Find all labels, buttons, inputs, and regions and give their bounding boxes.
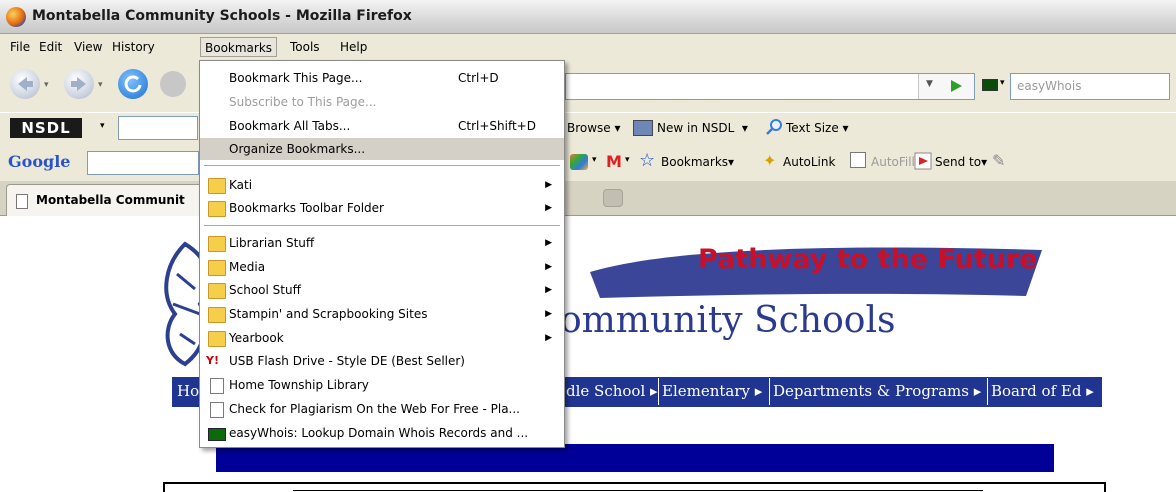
page-icon	[210, 402, 224, 418]
tab-label: Montabella Communit	[36, 193, 185, 207]
folder-icon	[208, 260, 226, 276]
menu-help[interactable]: Help	[336, 37, 371, 57]
banner-school-name: ommunity Schools	[560, 300, 896, 341]
search-engine-selector[interactable]: ▾	[982, 73, 1008, 100]
stop-button[interactable]	[160, 71, 186, 97]
subscribe-item: Subscribe to This Page...	[229, 95, 377, 109]
nsdl-browse-button[interactable]: Browse ▾	[567, 121, 621, 135]
magnifier-icon	[766, 119, 782, 135]
google-services-icon[interactable]	[570, 154, 588, 170]
yahoo-icon: Y!	[206, 354, 219, 367]
submenu-arrow-icon: ▶	[545, 285, 552, 295]
google-search-input[interactable]	[87, 151, 199, 175]
folder-bookmarks-toolbar[interactable]: Bookmarks Toolbar Folder ▶	[200, 197, 564, 219]
page-icon	[16, 194, 28, 209]
bookmarks-menu: Bookmark This Page... Ctrl+D Subscribe t…	[199, 60, 565, 448]
folder-icon	[208, 236, 226, 252]
nav-middle-school[interactable]: dle School ▸	[566, 382, 658, 400]
menu-view[interactable]: View	[70, 37, 106, 57]
nav-home[interactable]: Ho	[177, 382, 199, 400]
folder-stampin-scrapbooking[interactable]: Stampin' and Scrapbooking Sites ▶	[200, 303, 564, 325]
nsdl-new-icon	[633, 120, 653, 136]
autofill-button[interactable]: AutoFill	[871, 155, 915, 169]
folder-icon	[208, 331, 226, 347]
nsdl-logo: NSDL	[10, 118, 82, 138]
submenu-arrow-icon: ▶	[545, 333, 552, 343]
nsdl-search-input[interactable]	[118, 116, 198, 140]
tab-active[interactable]: Montabella Communit	[6, 184, 216, 216]
forward-arrow-icon	[71, 77, 86, 91]
forward-button[interactable]	[64, 69, 94, 99]
autolink-button[interactable]: AutoLink	[783, 155, 835, 169]
firefox-icon	[6, 7, 26, 27]
gmail-icon[interactable]: M	[606, 152, 622, 171]
google-logo: Google	[8, 152, 71, 171]
nsdl-dropdown-icon[interactable]: ▾	[100, 121, 105, 131]
bookmark-home-township-library[interactable]: Home Township Library	[200, 374, 564, 396]
nsdl-toolbar: NSDL ▾ Browse ▾ New in NSDL ▾ Text Size …	[0, 112, 1176, 144]
google-bookmarks-button[interactable]: Bookmarks▾	[661, 155, 734, 169]
menu-file[interactable]: File	[6, 37, 34, 57]
menu-separator	[204, 165, 560, 167]
star-icon: ☆	[639, 150, 656, 171]
bookmark-usb-flash-drive[interactable]: Y! USB Flash Drive - Style DE (Best Sell…	[200, 350, 564, 372]
go-icon[interactable]	[949, 79, 963, 93]
organize-bookmarks-item[interactable]: Organize Bookmarks...	[200, 138, 564, 160]
reload-icon	[124, 75, 142, 93]
folder-icon	[208, 201, 226, 217]
folder-yearbook[interactable]: Yearbook ▶	[200, 327, 564, 349]
reload-button[interactable]	[118, 69, 148, 99]
folder-media[interactable]: Media ▶	[200, 256, 564, 278]
autolink-icon: ✦	[763, 151, 777, 170]
menu-bar: File Edit View History Bookmarks Tools H…	[0, 34, 1176, 59]
folder-icon	[208, 307, 226, 323]
submenu-arrow-icon: ▶	[545, 262, 552, 272]
back-arrow-icon	[18, 77, 33, 91]
folder-icon	[208, 283, 226, 299]
menu-edit[interactable]: Edit	[35, 37, 66, 57]
bookmark-this-page-item[interactable]: Bookmark This Page... Ctrl+D	[200, 67, 564, 89]
folder-librarian-stuff[interactable]: Librarian Stuff ▶	[200, 232, 564, 254]
submenu-arrow-icon: ▶	[545, 238, 552, 248]
close-tab-icon[interactable]	[603, 189, 623, 207]
bookmark-easywhois[interactable]: easyWhois: Lookup Domain Whois Records a…	[200, 422, 564, 444]
title-bar: Montabella Community Schools - Mozilla F…	[0, 0, 1176, 34]
nav-departments[interactable]: Departments & Programs ▸	[773, 382, 981, 400]
nav-board-of-ed[interactable]: Board of Ed ▸	[991, 382, 1094, 400]
search-placeholder: easyWhois	[1017, 79, 1082, 93]
menu-tools[interactable]: Tools	[286, 37, 324, 57]
send-to-icon	[914, 152, 932, 170]
page-icon	[210, 378, 224, 394]
autofill-icon	[850, 152, 866, 168]
blue-banner-bar	[216, 444, 1054, 472]
window-title: Montabella Community Schools - Mozilla F…	[32, 8, 412, 24]
submenu-arrow-icon: ▶	[545, 309, 552, 319]
text-size-button[interactable]: Text Size ▾	[786, 121, 849, 135]
google-toolbar: Google ▾ M ▾ ☆ Bookmarks▾ ✦ AutoLink Aut…	[0, 147, 1176, 179]
easywhois-icon	[208, 428, 226, 441]
folder-school-stuff[interactable]: School Stuff ▶	[200, 279, 564, 301]
menu-bookmarks[interactable]: Bookmarks	[200, 37, 278, 57]
nav-elementary[interactable]: Elementary ▸	[662, 382, 762, 400]
bookmark-plagiarism-checker[interactable]: Check for Plagiarism On the Web For Free…	[200, 398, 564, 420]
menu-separator	[204, 225, 560, 227]
search-input[interactable]: easyWhois	[1010, 73, 1170, 100]
content-frame	[163, 482, 1106, 492]
send-to-button[interactable]: Send to▾	[935, 155, 987, 169]
submenu-arrow-icon: ▶	[545, 180, 552, 190]
new-in-nsdl-button[interactable]: New in NSDL ▾	[657, 121, 748, 135]
forward-dropdown-icon[interactable]: ▾	[98, 80, 103, 90]
pencil-icon[interactable]: ✎	[992, 151, 1005, 170]
folder-icon	[208, 178, 226, 194]
menu-history[interactable]: History	[108, 37, 159, 57]
back-dropdown-icon[interactable]: ▾	[44, 80, 49, 90]
folder-kati[interactable]: Kati ▶	[200, 174, 564, 196]
submenu-arrow-icon: ▶	[545, 203, 552, 213]
back-button[interactable]	[10, 69, 40, 99]
url-bar[interactable]: ▼	[565, 73, 975, 100]
banner-slogan: Pathway to the Future	[698, 244, 1038, 275]
bookmark-all-tabs-item[interactable]: Bookmark All Tabs... Ctrl+Shift+D	[200, 115, 564, 137]
url-dropdown-icon[interactable]: ▼	[926, 79, 933, 89]
